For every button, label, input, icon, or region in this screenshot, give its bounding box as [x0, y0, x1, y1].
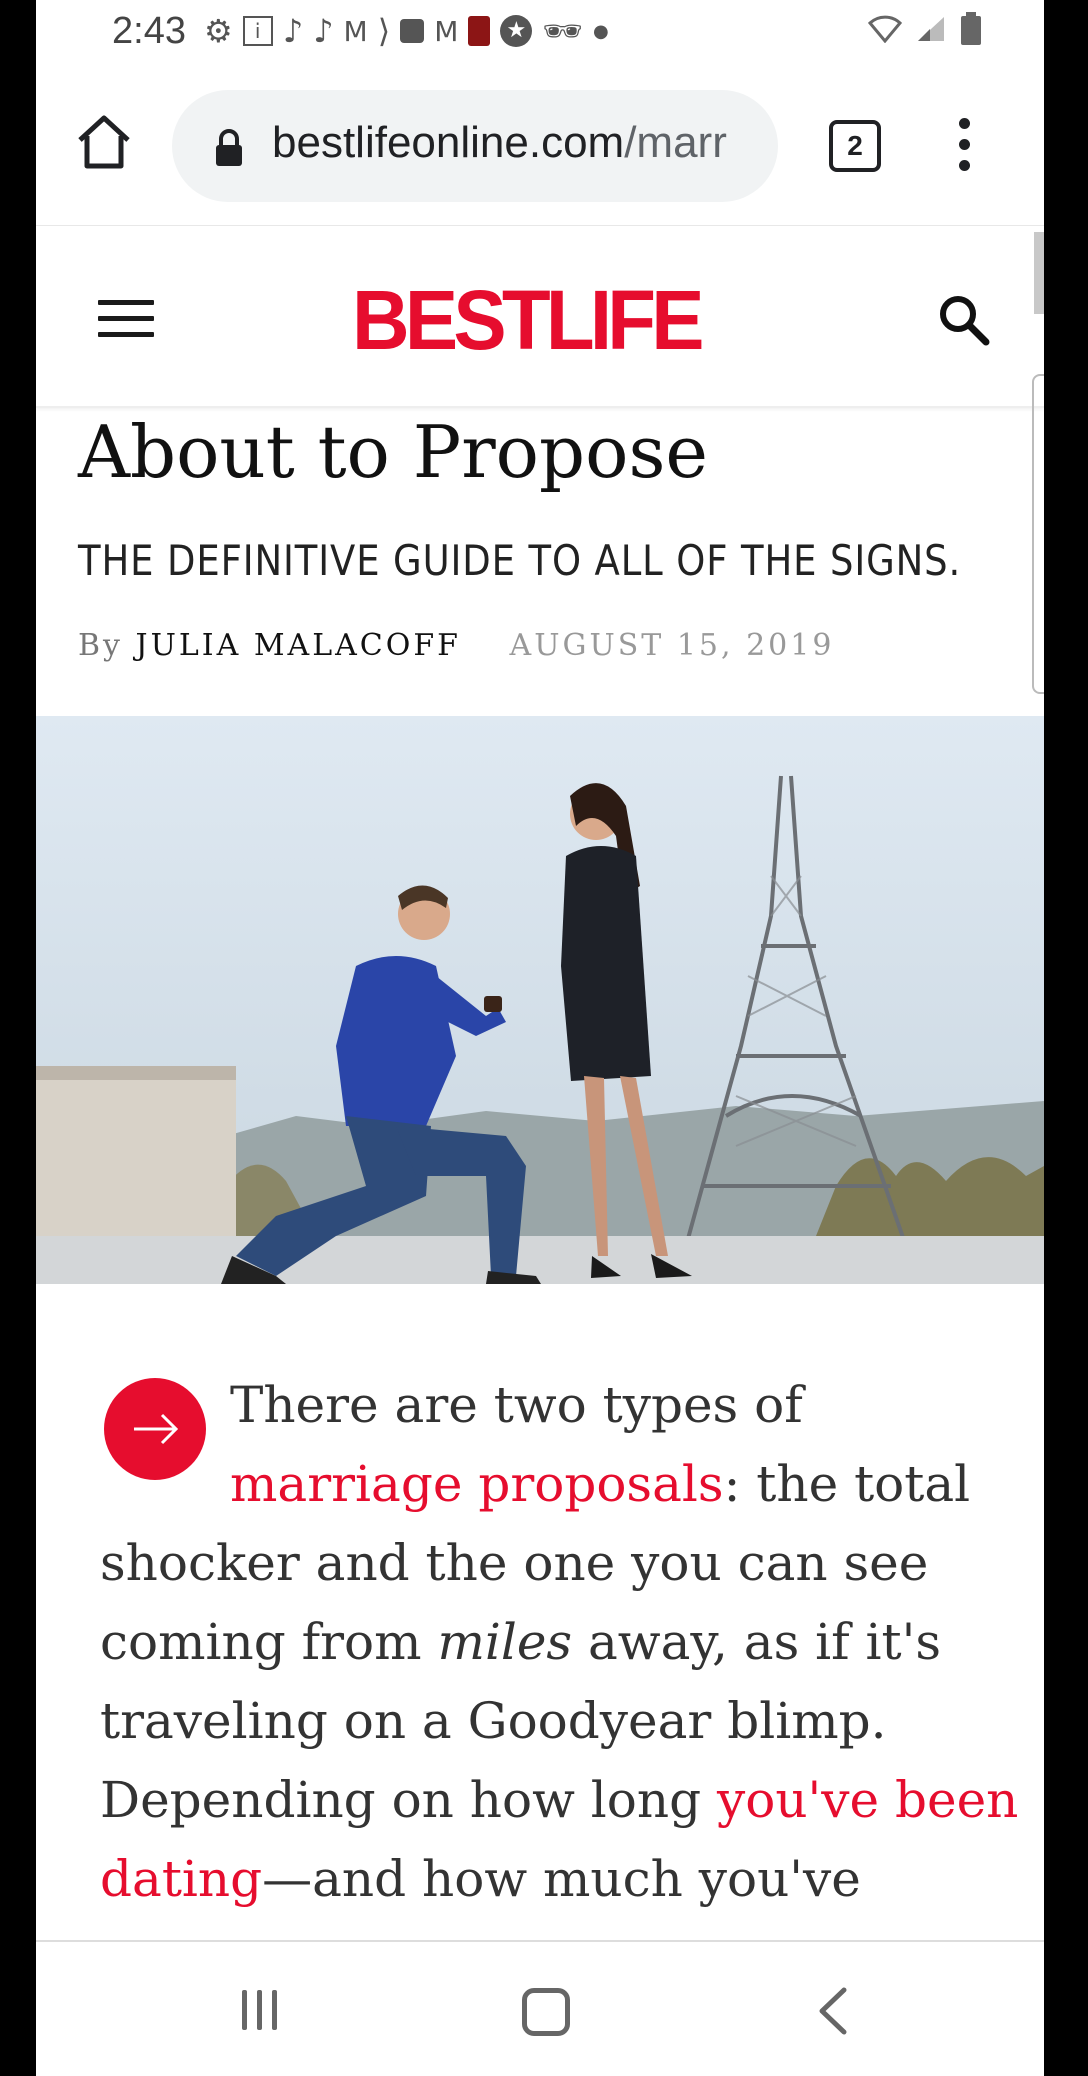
- info-icon: i: [242, 16, 273, 46]
- star-icon: ★: [500, 15, 533, 47]
- tab-switcher-button[interactable]: 2: [829, 120, 881, 172]
- body-text: away, as if it's: [572, 1613, 942, 1671]
- body-text: shocker and the one you can see: [100, 1534, 929, 1592]
- body-text: : the total: [723, 1455, 971, 1513]
- stanford-icon: [468, 16, 491, 46]
- battery-icon: [961, 12, 981, 45]
- byline-prefix: By: [78, 628, 123, 663]
- hero-image-proposal-eiffel-tower: [36, 716, 1044, 1284]
- scrollbar-thumb[interactable]: [1034, 232, 1044, 314]
- notification-icons: ⚙ i ♪ ♪ M ⟩ M ★ 🕶 ●: [204, 12, 609, 50]
- link-youve-been-dating[interactable]: you've been: [717, 1771, 1018, 1829]
- url-path: /marr: [624, 118, 727, 167]
- dot-icon: ●: [592, 20, 609, 42]
- tiktok-icon: ♪: [313, 12, 334, 50]
- wifi-icon: [868, 15, 902, 43]
- back-icon[interactable]: [814, 1986, 850, 2036]
- publish-date: AUGUST 15, 2019: [509, 628, 835, 663]
- settings-icon: ⚙: [204, 12, 233, 50]
- article-body: There are two types of marriage proposal…: [100, 1366, 1018, 1919]
- body-emphasis: miles: [437, 1613, 573, 1671]
- home-button-icon[interactable]: [522, 1988, 570, 2036]
- incognito-icon: 🕶: [542, 12, 583, 50]
- site-logo[interactable]: BESTLIFE: [352, 272, 704, 369]
- body-text: traveling on a Goodyear blimp.: [100, 1692, 887, 1750]
- site-header: BESTLIFE: [36, 226, 1044, 408]
- url-host: bestlifeonline.com: [272, 118, 625, 167]
- status-time: 2:43: [112, 10, 186, 52]
- sprint-icon: ⟩: [377, 12, 391, 50]
- home-icon[interactable]: [72, 110, 136, 174]
- search-icon[interactable]: [936, 292, 992, 348]
- recent-apps-icon[interactable]: [242, 1990, 288, 2030]
- article-headline: About to Propose: [78, 410, 708, 494]
- tiktok-icon: ♪: [282, 12, 304, 50]
- url-text: bestlifeonline.com/marr: [272, 118, 727, 168]
- body-text: coming from: [100, 1613, 438, 1671]
- side-panel-handle[interactable]: [1032, 374, 1044, 694]
- hamburger-menu-icon[interactable]: [98, 300, 154, 340]
- phone-screen: 2:43 ⚙ i ♪ ♪ M ⟩ M ★ 🕶 ● bestlifeonline.…: [36, 0, 1044, 2076]
- body-text: There are two types of: [230, 1376, 803, 1434]
- system-icons: [868, 12, 982, 46]
- overflow-menu-icon[interactable]: [956, 118, 972, 178]
- address-bar[interactable]: bestlifeonline.com/marr: [172, 90, 778, 202]
- link-marriage-proposals[interactable]: marriage proposals: [230, 1455, 724, 1513]
- clock-icon: [400, 19, 425, 43]
- body-text: —and how much you've: [262, 1850, 861, 1908]
- browser-toolbar: bestlifeonline.com/marr 2: [36, 70, 1044, 227]
- body-text: Depending on how long: [100, 1771, 717, 1829]
- article-dek: THE DEFINITIVE GUIDE TO ALL OF THE SIGNS…: [78, 536, 962, 585]
- system-nav-bar: [36, 1940, 1044, 2076]
- byline: By JULIA MALACOFF AUGUST 15, 2019: [78, 628, 834, 663]
- link-dating[interactable]: dating: [100, 1850, 262, 1908]
- status-bar: 2:43 ⚙ i ♪ ♪ M ⟩ M ★ 🕶 ●: [36, 0, 1044, 70]
- lock-icon: [216, 129, 242, 166]
- gmail-icon: M: [434, 14, 459, 48]
- gmail-icon: M: [343, 14, 368, 48]
- signal-icon: [918, 17, 944, 41]
- author-link[interactable]: JULIA MALACOFF: [136, 628, 461, 663]
